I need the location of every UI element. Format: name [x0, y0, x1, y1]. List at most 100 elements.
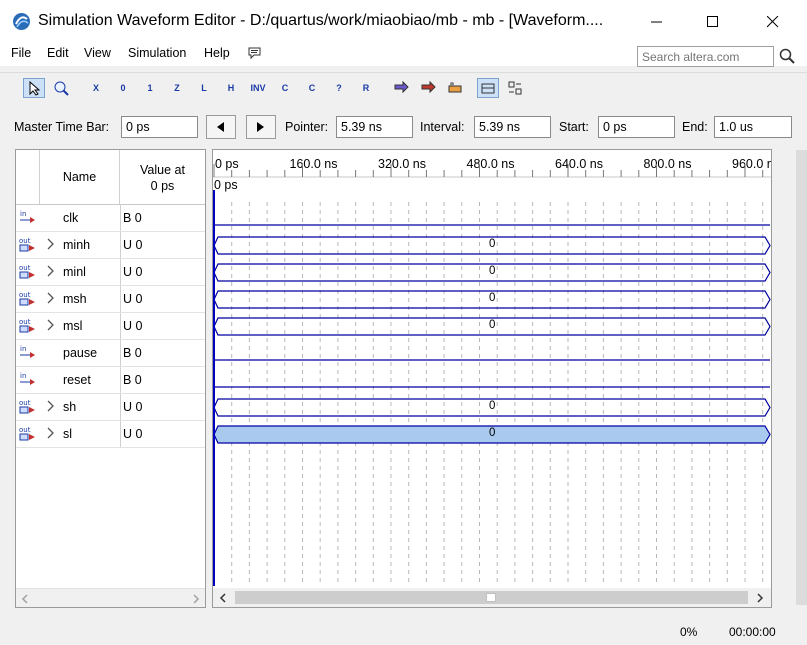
scrollbar-grip — [486, 593, 496, 602]
snap-to-grid-button[interactable] — [477, 78, 499, 98]
snap-to-grid-icon — [481, 83, 495, 94]
scroll-left-icon[interactable] — [219, 593, 227, 603]
force-weak-high-button[interactable]: H — [220, 78, 242, 98]
zoom-tool-button[interactable] — [50, 78, 72, 98]
menu-file[interactable]: File — [9, 46, 33, 60]
node-row-clk[interactable]: in clk B 0 — [16, 205, 205, 232]
expand-chevron-icon[interactable] — [46, 265, 56, 277]
zoom-tool-icon — [54, 81, 69, 96]
maximize-button[interactable] — [690, 0, 736, 44]
menu-edit[interactable]: Edit — [45, 46, 71, 60]
node-value: U 0 — [123, 238, 143, 252]
value-header-line2: 0 ps — [150, 179, 175, 193]
force-low-label: 0 — [120, 83, 126, 93]
selection-tool-button[interactable] — [23, 78, 45, 98]
node-row-reset[interactable]: in reset B 0 — [16, 367, 205, 394]
selection-tool-icon — [29, 80, 41, 96]
close-button[interactable] — [750, 0, 796, 44]
force-weak-low-button[interactable]: L — [193, 78, 215, 98]
help-chat-icon[interactable] — [247, 45, 263, 61]
start-field[interactable]: 0 ps — [598, 116, 675, 138]
master-time-bar-field[interactable]: 0 ps — [121, 116, 198, 138]
interval-field[interactable]: 5.39 ns — [474, 116, 551, 138]
force-high-impedance-label: Z — [174, 83, 180, 93]
invert-label: INV — [250, 83, 266, 93]
node-name: sh — [63, 400, 77, 414]
scrollbar-thumb[interactable] — [235, 591, 748, 604]
search-input[interactable] — [637, 46, 774, 67]
scroll-left-icon[interactable] — [21, 594, 29, 604]
bus-value-minl: 0 — [489, 265, 496, 277]
run-functional-simulation-icon — [394, 80, 409, 94]
node-row-sh[interactable]: out sh U 0 — [16, 394, 205, 421]
waveform-panel[interactable]: 0 ps 160.0 ns 320.0 ns 480.0 ns 640.0 ns 800.… — [212, 149, 772, 608]
node-row-minl[interactable]: out minl U 0 — [16, 259, 205, 286]
node-list-scrollbar[interactable] — [16, 588, 205, 607]
pointer-field[interactable]: 5.39 ns — [336, 116, 413, 138]
force-weak-low-label: L — [201, 83, 207, 93]
value-column-header[interactable]: Value at 0 ps — [120, 150, 205, 204]
run-timing-simulation-button[interactable] — [417, 78, 439, 98]
node-row-minh[interactable]: out minh U 0 — [16, 232, 205, 259]
output-pin-icon: out — [19, 291, 35, 306]
end-field[interactable]: 1.0 us — [714, 116, 792, 138]
input-pin-icon: in — [20, 372, 35, 385]
svg-text:out: out — [19, 318, 31, 326]
arrow-right-icon — [257, 122, 264, 132]
input-pin-icon: in — [20, 210, 35, 223]
bus-value-msl: 0 — [489, 319, 496, 331]
node-row-msl[interactable]: out msl U 0 — [16, 313, 205, 340]
node-value: U 0 — [123, 319, 143, 333]
menu-help[interactable]: Help — [202, 46, 232, 60]
expand-chevron-icon[interactable] — [46, 400, 56, 412]
next-transition-button[interactable] — [246, 115, 276, 139]
force-high-button[interactable]: 1 — [139, 78, 161, 98]
arbitrary-value-button[interactable]: R — [355, 78, 377, 98]
progress-status: 0% — [680, 625, 698, 639]
output-pin-icon: out — [19, 237, 35, 252]
count-value-button[interactable]: C — [274, 78, 296, 98]
svg-text:out: out — [19, 426, 31, 434]
node-row-sl[interactable]: out sl U 0 — [16, 421, 205, 448]
force-unknown-button[interactable]: X — [85, 78, 107, 98]
clock-button[interactable]: C — [301, 78, 323, 98]
run-functional-simulation-button[interactable] — [390, 78, 412, 98]
expand-chevron-icon[interactable] — [46, 292, 56, 304]
node-row-pause[interactable]: in pause B 0 — [16, 340, 205, 367]
svg-text:out: out — [19, 291, 31, 299]
search-icon[interactable] — [777, 46, 798, 67]
value-header-line1: Value at — [140, 163, 185, 177]
waveform-scrollbar[interactable] — [213, 588, 771, 607]
menu-simulation[interactable]: Simulation — [126, 46, 188, 60]
sort-nodes-button[interactable] — [504, 78, 526, 98]
count-value-label: C — [281, 83, 289, 93]
expand-chevron-icon[interactable] — [46, 238, 56, 250]
prev-transition-button[interactable] — [206, 115, 236, 139]
node-row-msh[interactable]: out msh U 0 — [16, 286, 205, 313]
invert-button[interactable]: INV — [247, 78, 269, 98]
name-column-header[interactable]: Name — [40, 150, 120, 204]
random-value-button[interactable]: ? — [328, 78, 350, 98]
waveform-canvas[interactable] — [213, 150, 771, 588]
type-column-header — [16, 150, 40, 204]
scroll-right-icon[interactable] — [756, 593, 764, 603]
expand-chevron-icon[interactable] — [46, 427, 56, 439]
svg-text:out: out — [19, 399, 31, 407]
generate-netlist-button[interactable] — [444, 78, 466, 98]
output-pin-icon: out — [19, 264, 35, 279]
force-high-label: 1 — [147, 83, 153, 93]
minimize-icon — [651, 21, 662, 23]
scroll-right-icon[interactable] — [192, 594, 200, 604]
svg-text:out: out — [19, 237, 31, 245]
arbitrary-value-label: R — [362, 83, 370, 93]
force-low-button[interactable]: 0 — [112, 78, 134, 98]
minimize-button[interactable] — [634, 0, 680, 44]
node-name: minl — [63, 265, 86, 279]
node-value: U 0 — [123, 400, 143, 414]
input-pin-icon: in — [20, 345, 35, 358]
menu-view[interactable]: View — [82, 46, 113, 60]
force-high-impedance-button[interactable]: Z — [166, 78, 188, 98]
expand-chevron-icon[interactable] — [46, 319, 56, 331]
force-unknown-label: X — [92, 83, 99, 93]
vertical-scrollbar[interactable] — [796, 150, 807, 605]
